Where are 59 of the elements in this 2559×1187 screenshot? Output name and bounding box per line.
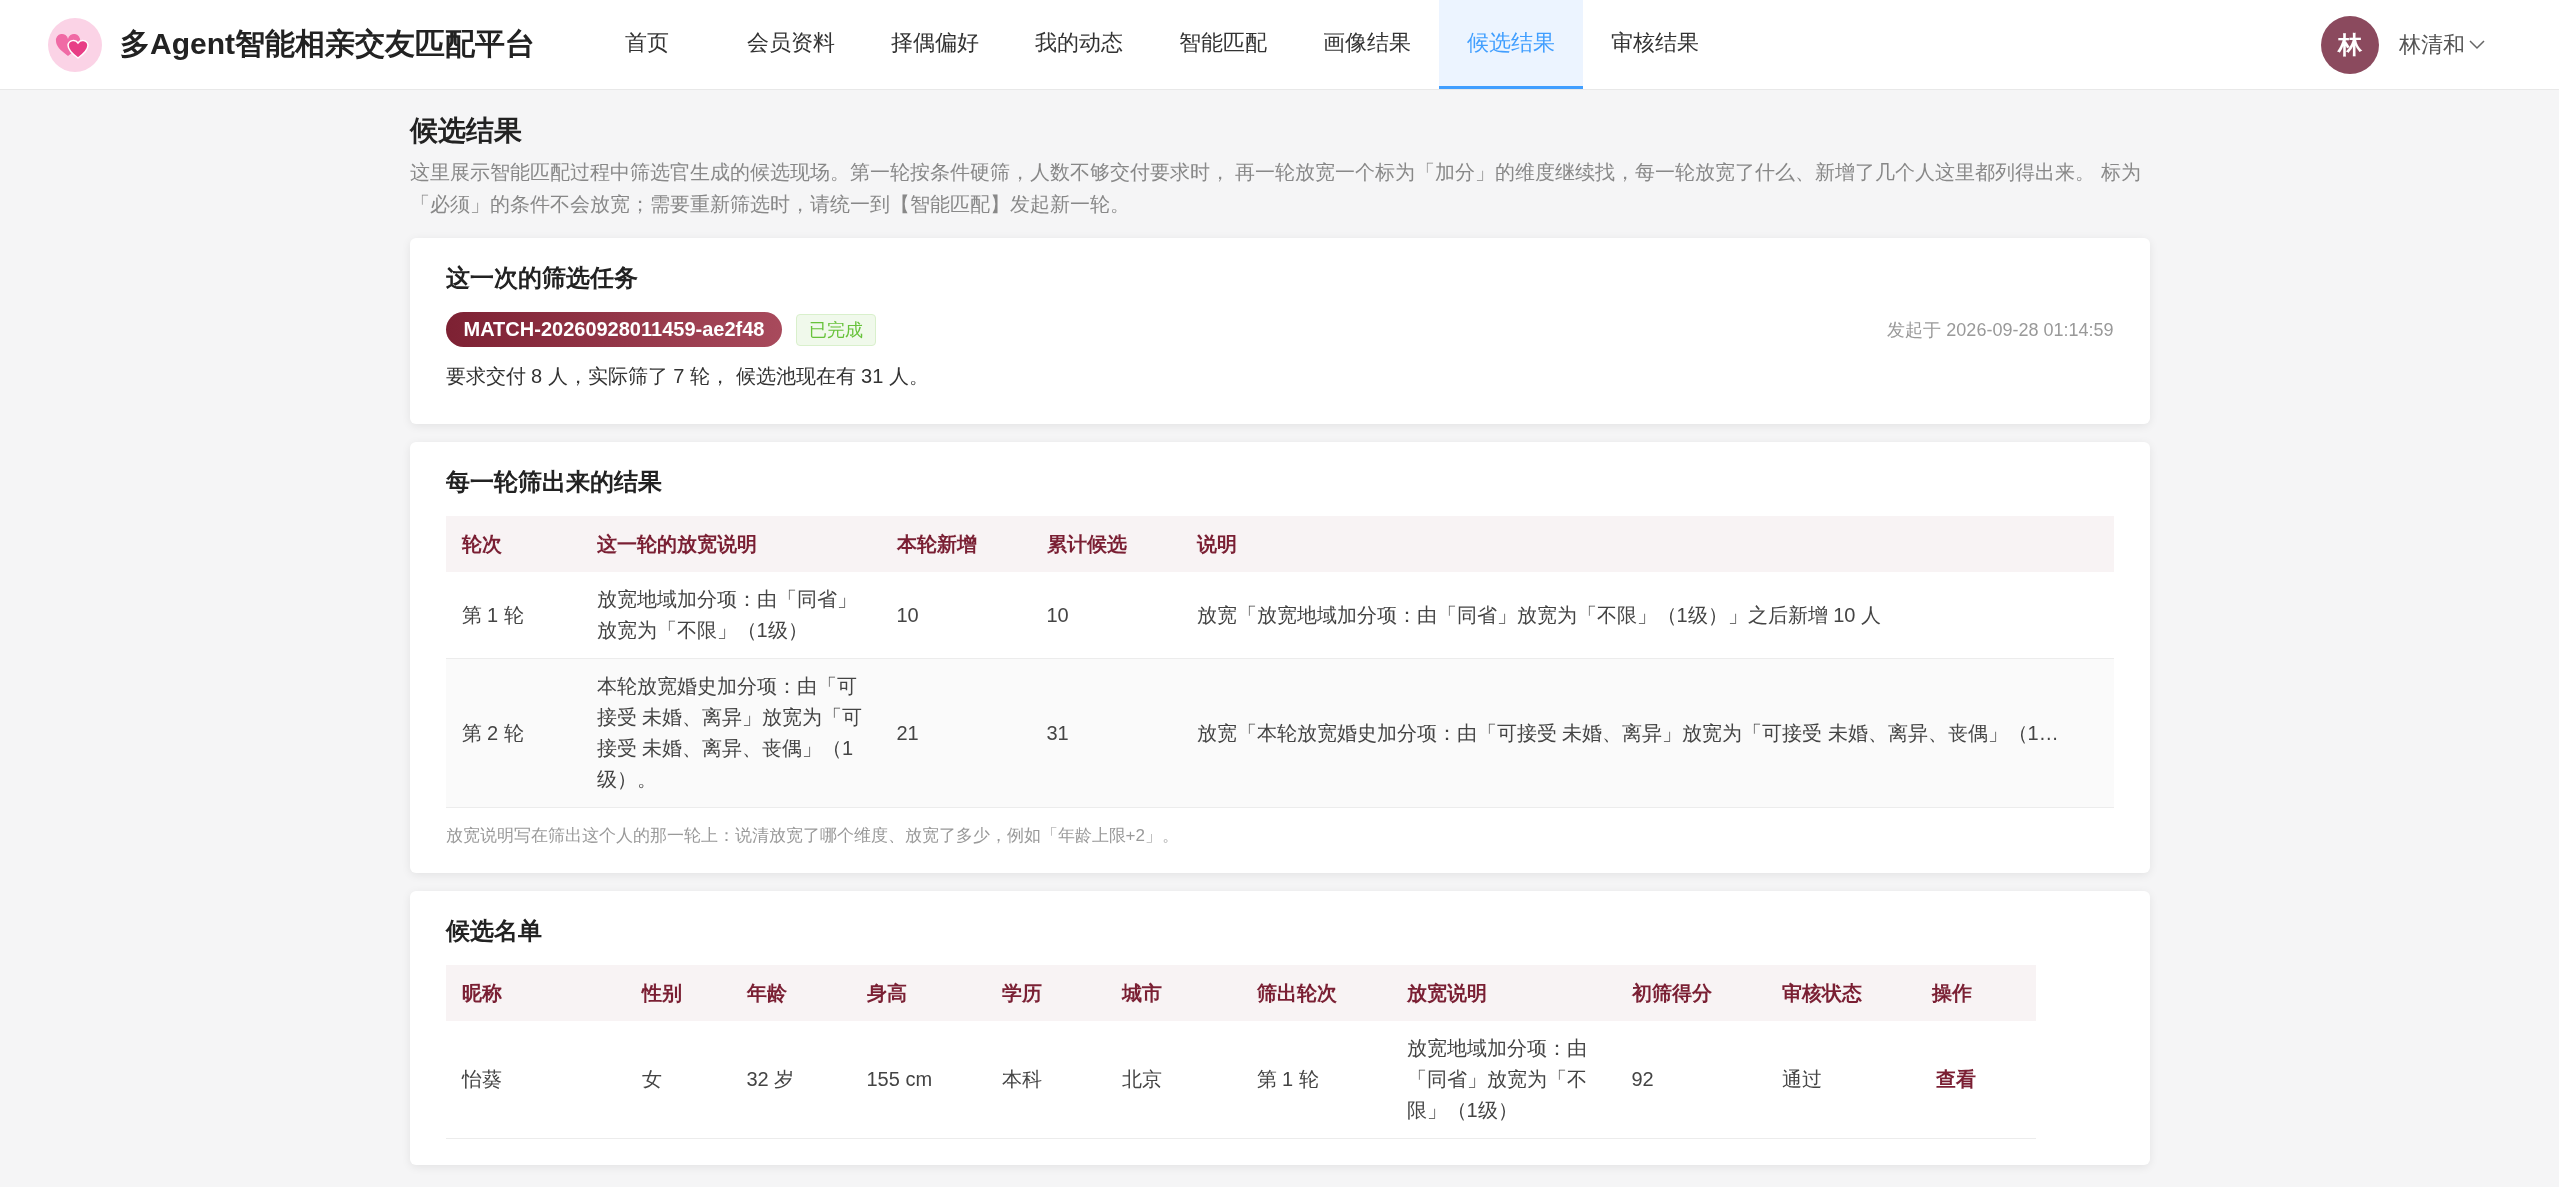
table-cell: 10 [880,572,1031,659]
table-note: 放宽说明写在筛出这个人的那一轮上：说清放宽了哪个维度、放宽了多少，例如「年龄上限+2」。 [445,825,1180,847]
table-cell: 第 1 轮 [445,572,581,659]
nav-tab[interactable]: 首页 [575,0,719,89]
column-header: 这一轮的放宽说明 [580,516,881,572]
table-cell: 怡葵 [445,1021,626,1139]
status-tag: 已完成 [796,313,877,346]
column-header: 审核状态 [1765,965,1916,1021]
column-header: 年龄 [730,965,851,1021]
column-header: 说明 [1180,516,2114,572]
table-cell: 通过 [1765,1021,1916,1139]
nav-tab[interactable]: 会员资料 [719,0,863,89]
table-cell: 第 2 轮 [445,658,581,808]
nav-tab[interactable]: 择偶偏好 [863,0,1007,89]
card-title: 候选名单 [445,916,543,946]
table-cell: 放宽地域加分项：由「同省」放宽为「不限」（1级） [1390,1021,1616,1139]
nav-tab[interactable]: 画像结果 [1295,0,1439,89]
table-cell: 92 [1615,1021,1766,1139]
card-title: 这一次的筛选任务 [445,263,639,293]
table-cell: 女 [625,1021,731,1139]
table-cell: 155 cm [850,1021,986,1139]
view-link[interactable]: 查看 [1931,1064,1980,1095]
nav-tab[interactable]: 智能匹配 [1151,0,1295,89]
hearts-logo-icon [48,17,102,72]
card-title: 每一轮筛出来的结果 [445,467,663,497]
column-header: 性别 [625,965,731,1021]
table-cell: 本科 [985,1021,1106,1139]
column-header: 学历 [985,965,1106,1021]
nav-tab[interactable]: 审核结果 [1583,0,1727,89]
column-header: 初筛得分 [1615,965,1766,1021]
column-header: 身高 [850,965,986,1021]
table-cell: 放宽「本轮放宽婚史加分项：由「可接受 未婚、离异」放宽为「可接受 未婚、离异、丧偶」（1… [1180,658,2114,808]
start-time: 发起于 2026-09-28 01:14:59 [1887,318,2114,342]
nav-tab[interactable]: 我的动态 [1007,0,1151,89]
page-intro: 这里展示智能匹配过程中筛选官生成的候选现场。第一轮按条件硬筛，人数不够交付要求时， 再一轮放宽一个标为「加分」的维度继续找，每一轮放宽了什么、新增了几个人这里都列得出来。 标为「必须」的条件不会放宽；需要重新筛选时，请统一到【智能匹配】发起新一轮。 [409,160,2142,217]
page-title: 候选结果 [409,114,523,148]
table-cell: 31 [1030,658,1181,808]
column-header: 本轮新增 [880,516,1031,572]
task-id-pill: MATCH-20260928011459-ae2f48 [445,312,783,347]
table-cell: 放宽「放宽地域加分项：由「同省」放宽为「不限」（1级）」之后新增 10 人 [1180,572,2114,659]
table-cell: 32 岁 [730,1021,851,1139]
user-avatar[interactable]: 林 [2321,15,2379,74]
table-cell: 北京 [1105,1021,1241,1139]
column-header: 筛出轮次 [1240,965,1391,1021]
column-header: 城市 [1105,965,1241,1021]
chevron-down-icon [2469,39,2485,50]
column-header: 放宽说明 [1390,965,1616,1021]
column-header: 累计候选 [1030,516,1181,572]
column-header: 昵称 [445,965,626,1021]
table-cell: 本轮放宽婚史加分项：由「可接受 未婚、离异」放宽为「可接受 未婚、离异、丧偶」（1级）。 [580,658,881,808]
column-header: 操作 [1915,965,2036,1021]
table-cell: 21 [880,658,1031,808]
table-cell: 第 1 轮 [1240,1021,1391,1139]
table-cell: 10 [1030,572,1181,659]
task-summary: 要求交付 8 人，实际筛了 7 轮， 候选池现在有 31 人。 [445,364,930,389]
user-menu[interactable]: 林清和 [2393,28,2491,61]
column-header: 轮次 [445,516,581,572]
table-cell: 放宽地域加分项：由「同省」放宽为「不限」（1级） [580,572,881,659]
logo-title: 多Agent智能相亲交友匹配平台 [120,26,535,62]
